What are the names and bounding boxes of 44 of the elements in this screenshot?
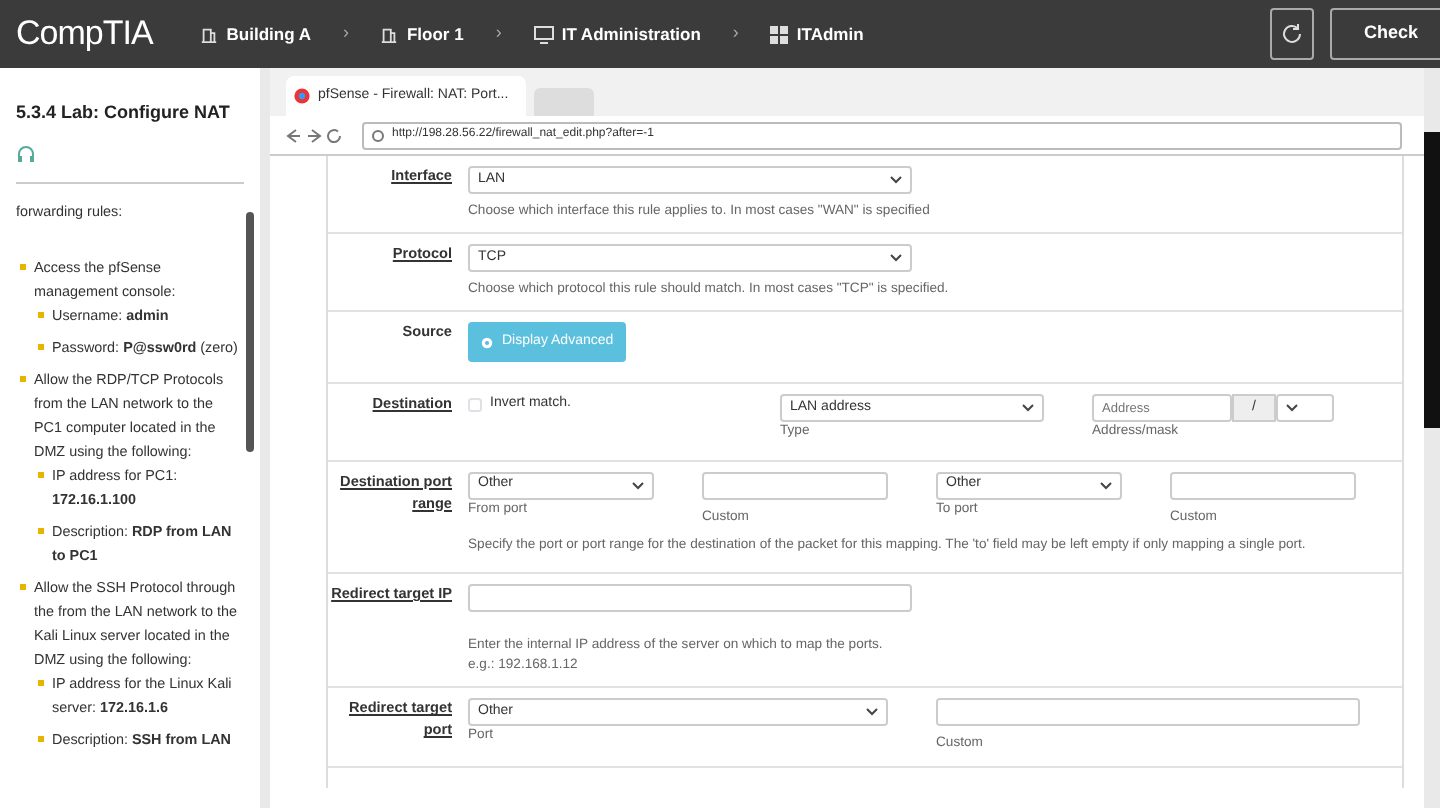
chevron-down-icon <box>632 481 644 490</box>
chevron-down-icon <box>1100 481 1112 490</box>
bullet-icon <box>38 311 44 318</box>
bullet-icon <box>38 679 44 686</box>
bullet-icon <box>20 263 26 270</box>
breadcrumb-link[interactable]: ITAdmin <box>796 21 864 47</box>
lab-title: 5.3.4 Lab: Configure NAT <box>16 100 232 126</box>
check-button[interactable]: Check <box>1329 8 1440 60</box>
breadcrumb-link[interactable]: Building A <box>226 21 311 47</box>
chevron-down-icon <box>890 176 902 184</box>
chevron-down-icon <box>1286 404 1298 413</box>
bullet-icon <box>38 471 44 478</box>
breadcrumb-link[interactable]: Floor 1 <box>406 21 464 47</box>
logo: CompTIA <box>16 12 153 57</box>
chevron-down-icon <box>866 708 878 717</box>
refresh-icon <box>1279 21 1304 46</box>
gear-icon <box>480 335 494 350</box>
windows-icon <box>770 25 789 43</box>
checkbox-input[interactable] <box>468 398 482 413</box>
scrollbar-thumb[interactable] <box>246 212 254 452</box>
breadcrumb-separator: › <box>342 20 349 47</box>
bullet-icon <box>38 527 44 534</box>
input-field[interactable] <box>936 698 1360 727</box>
breadcrumb-separator: › <box>732 20 739 47</box>
breadcrumb-link[interactable]: IT Administration <box>561 21 701 47</box>
browser-favicon-icon <box>294 88 310 104</box>
input-field[interactable] <box>702 471 888 500</box>
chevron-down-icon <box>890 254 902 263</box>
new-tab-button[interactable] <box>534 88 594 116</box>
bullet-icon <box>20 583 26 590</box>
input-field[interactable] <box>1170 471 1356 500</box>
monitor-icon <box>533 25 554 43</box>
bullet-icon <box>38 735 44 742</box>
chevron-down-icon <box>1022 404 1034 413</box>
bullet-icon <box>20 375 26 382</box>
mask-select[interactable] <box>1276 394 1334 423</box>
input-field[interactable] <box>468 583 912 612</box>
headphones-icon[interactable] <box>16 143 36 166</box>
breadcrumb-separator: › <box>495 20 502 47</box>
building-icon <box>380 25 399 43</box>
refresh-button[interactable] <box>1269 8 1314 60</box>
bullet-icon <box>38 343 44 350</box>
building-icon <box>200 25 219 43</box>
navigation-arrows-icon[interactable] <box>286 127 346 143</box>
